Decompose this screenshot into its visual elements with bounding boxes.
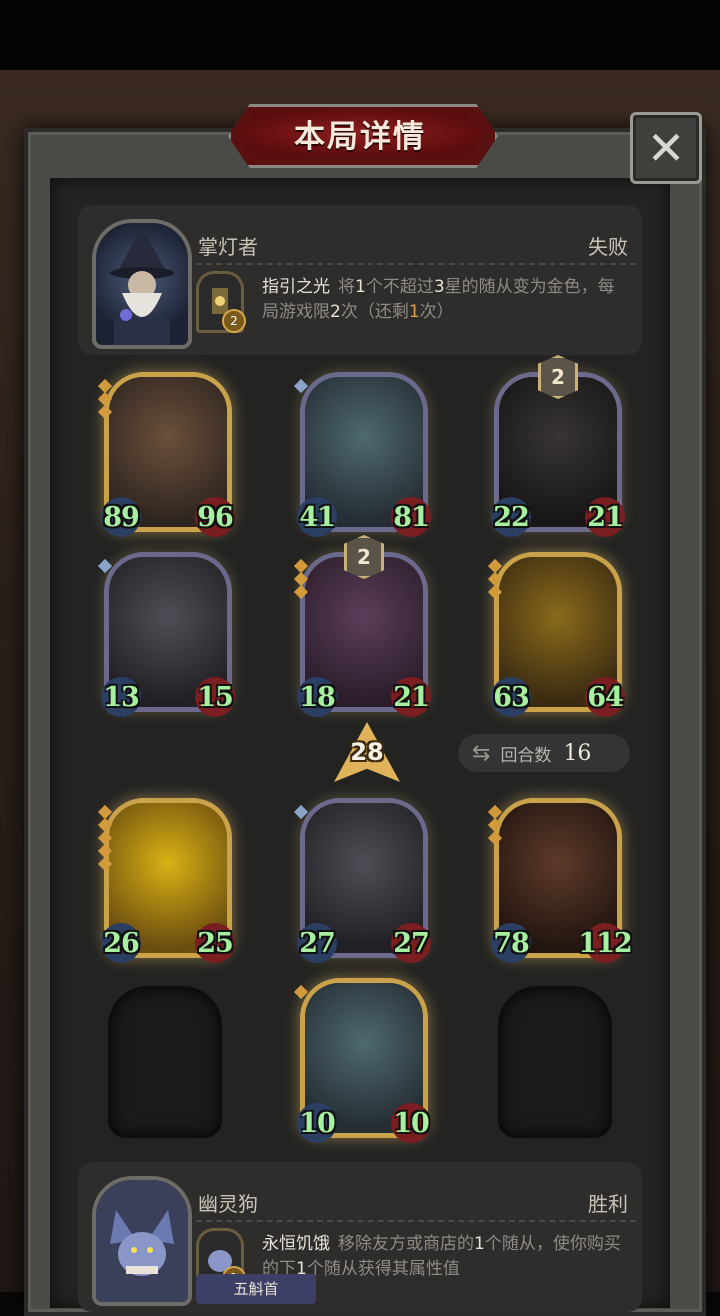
- tier-pips: [293, 984, 309, 1000]
- minion-card[interactable]: 89 96: [97, 372, 235, 537]
- hero-summary-1: 掌灯者 失败 2 指引之光 将1个不超过3星的随从变为金色，每局游戏限2次（还剩1…: [78, 205, 642, 355]
- tier-pips: [487, 558, 503, 600]
- tier-pips: [97, 378, 113, 420]
- hero-name: 掌灯者: [198, 235, 258, 259]
- tier-pip-icon: [293, 378, 309, 394]
- tavern-tier-value: 28: [350, 738, 384, 766]
- hero-skill-text: 永恒饥饿 移除友方或商店的1个随从，使你购买的下1个随从获得其属性值: [262, 1234, 621, 1279]
- minion-health: 10: [391, 1103, 431, 1143]
- minion-health: 15: [195, 677, 235, 717]
- minion-attack: 18: [297, 677, 337, 717]
- hero-tag: 五斛首: [196, 1274, 316, 1304]
- page-title: 本局详情: [294, 118, 426, 155]
- minion-health: 112: [578, 923, 633, 963]
- skill-name: 指引之光: [262, 277, 330, 297]
- minion-card[interactable]: 2 18 21: [293, 535, 431, 717]
- tier-pip-icon: [487, 830, 503, 846]
- hero-result: 胜利: [588, 1192, 628, 1216]
- divider: [196, 263, 636, 265]
- hero-skill-text: 指引之光 将1个不超过3星的随从变为金色，每局游戏限2次（还剩1次）: [262, 277, 615, 322]
- tier-pips: [293, 558, 309, 600]
- minion-health: 81: [391, 497, 431, 537]
- empty-minion-slot: [498, 986, 612, 1138]
- minion-level-badge: 2: [344, 535, 384, 579]
- tier-pips: [293, 378, 309, 394]
- minion-health: 96: [195, 497, 235, 537]
- hero-summary-2: 幽灵狗 胜利 1 永恒饥饿移除友方或商店的1个随从，使你购买的下1个随从获得其属…: [78, 1162, 642, 1312]
- minion-health: 25: [195, 923, 235, 963]
- tier-pips: [487, 804, 503, 846]
- tier-pip-icon: [293, 584, 309, 600]
- minion-health: 27: [391, 923, 431, 963]
- divider: [196, 1220, 636, 1222]
- minion-attack: 41: [297, 497, 337, 537]
- minion-health: 64: [585, 677, 625, 717]
- hero-portrait-ghost-dog[interactable]: [92, 1176, 192, 1306]
- minion-card[interactable]: 2 22 21: [491, 355, 625, 537]
- minion-card[interactable]: 13 15: [97, 552, 235, 717]
- minion-attack: 22: [491, 497, 531, 537]
- tier-pip-icon: [487, 584, 503, 600]
- close-x-icon: ✕: [646, 121, 686, 175]
- tier-pip-icon: [97, 856, 113, 872]
- minion-card[interactable]: 27 27: [293, 798, 431, 963]
- minion-card[interactable]: 10 10: [293, 978, 431, 1143]
- hero-name: 幽灵狗: [198, 1192, 258, 1216]
- tier-pip-icon: [293, 984, 309, 1000]
- close-button[interactable]: ✕: [630, 112, 702, 184]
- minion-health: 21: [391, 677, 431, 717]
- round-counter: ⇆ 回合数 16: [458, 734, 630, 772]
- minion-attack: 10: [297, 1103, 337, 1143]
- tier-pips: [97, 558, 113, 574]
- minion-attack: 13: [101, 677, 141, 717]
- skill-name: 永恒饥饿: [262, 1234, 330, 1254]
- minion-card[interactable]: 26 25: [97, 798, 235, 963]
- round-value: 16: [563, 740, 592, 766]
- minion-attack: 63: [491, 677, 531, 717]
- tier-pip-icon: [97, 404, 113, 420]
- swap-arrows-icon: ⇆: [472, 740, 491, 766]
- minion-health: 21: [585, 497, 625, 537]
- top-black-band: [0, 0, 720, 70]
- minion-attack: 89: [101, 497, 141, 537]
- round-label: 回合数: [500, 745, 552, 766]
- tier-pip-icon: [293, 804, 309, 820]
- empty-minion-slot: [108, 986, 222, 1138]
- tier-pips: [97, 804, 113, 872]
- minion-attack: 26: [101, 923, 141, 963]
- tier-pip-icon: [97, 558, 113, 574]
- minion-level-badge: 2: [538, 355, 578, 399]
- minion-attack: 27: [297, 923, 337, 963]
- title-banner: 本局详情: [236, 110, 484, 156]
- minion-card[interactable]: 41 81: [293, 372, 431, 537]
- tier-pips: [293, 804, 309, 820]
- minion-card[interactable]: 78 112: [487, 798, 633, 963]
- skill-charges-badge: 2: [222, 309, 246, 333]
- minion-card[interactable]: 63 64: [487, 552, 625, 717]
- hero-portrait-lamplighter[interactable]: [92, 219, 192, 349]
- hero-result: 失败: [588, 235, 628, 259]
- minion-attack: 78: [491, 923, 531, 963]
